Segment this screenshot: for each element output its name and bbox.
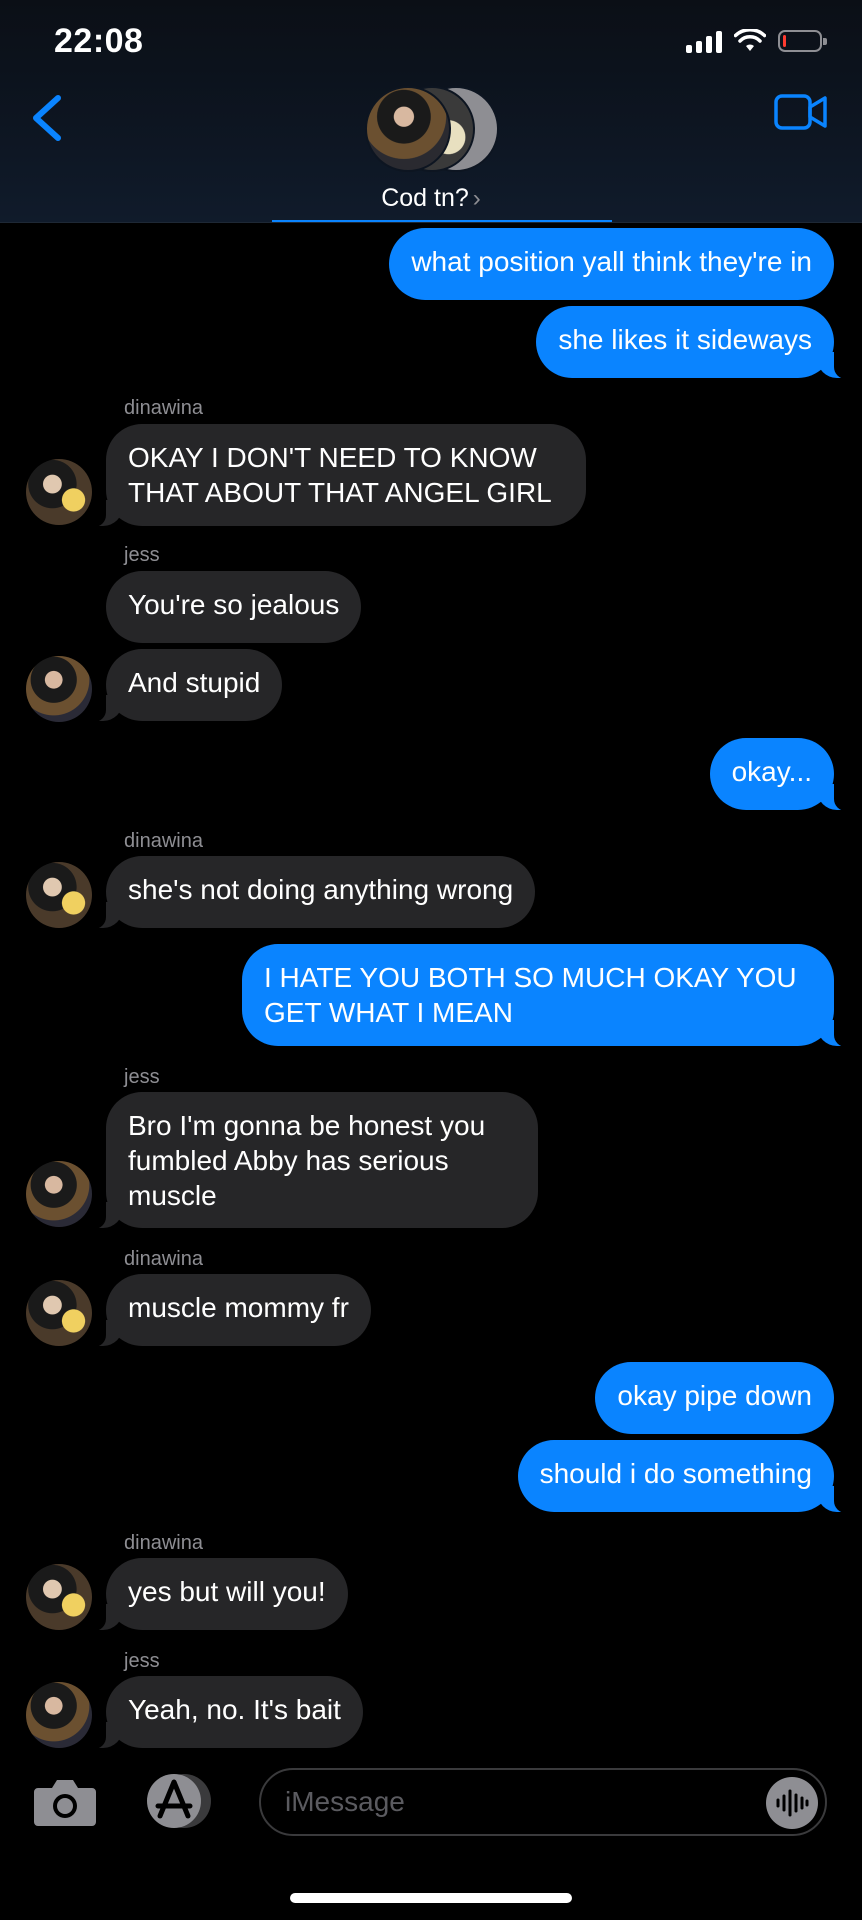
message-text: I HATE YOU BOTH SO MUCH OKAY YOU GET WHA… xyxy=(264,962,797,1028)
video-camera-icon xyxy=(774,94,827,130)
sent-message-bubble[interactable]: should i do something xyxy=(517,1440,851,1513)
sent-message-bubble[interactable]: what position yall think they're in xyxy=(389,228,834,300)
contact-avatar[interactable] xyxy=(26,656,92,722)
camera-button[interactable] xyxy=(30,1772,100,1832)
message-text: muscle mommy fr xyxy=(128,1292,349,1323)
contact-avatar[interactable] xyxy=(26,1161,92,1227)
message-text: OKAY I DON'T NEED TO KNOW THAT ABOUT THA… xyxy=(128,442,552,508)
received-message-bubble[interactable]: muscle mommy fr xyxy=(90,1274,371,1347)
received-message-bubble[interactable]: And stupid xyxy=(89,649,283,722)
battery-level xyxy=(783,35,786,47)
sender-name: dinawina xyxy=(124,397,203,419)
app-store-icon xyxy=(147,1774,211,1828)
chevron-right-icon: › xyxy=(472,185,481,212)
message-input[interactable] xyxy=(259,1768,827,1836)
message-composer xyxy=(0,1752,862,1920)
sender-name: dinawina xyxy=(124,830,203,852)
home-indicator[interactable] xyxy=(290,1893,572,1903)
message-text: You're so jealous xyxy=(128,589,340,620)
facetime-video-button[interactable] xyxy=(774,92,828,132)
audio-message-button[interactable] xyxy=(766,1777,818,1829)
message-text: Bro I'm gonna be honest you fumbled Abby… xyxy=(128,1110,486,1211)
send-progress-line xyxy=(272,220,612,222)
message-text: she's not doing anything wrong xyxy=(128,874,514,905)
message-text: Yeah, no. It's bait xyxy=(128,1694,341,1725)
cellular-signal-icon xyxy=(686,29,722,53)
app-store-button[interactable] xyxy=(140,1768,218,1834)
contact-avatar[interactable] xyxy=(26,1682,92,1748)
sender-name: jess xyxy=(124,1650,160,1672)
status-bar: 22:08 xyxy=(0,0,862,80)
group-avatar-stack[interactable] xyxy=(365,86,500,176)
sent-message-bubble[interactable]: she likes it sideways xyxy=(536,306,850,379)
group-member-avatar xyxy=(365,86,451,172)
received-message-bubble[interactable]: Yeah, no. It's bait xyxy=(90,1676,363,1749)
contact-avatar[interactable] xyxy=(26,862,92,928)
waveform-icon xyxy=(776,1789,809,1817)
messages-screen: 22:08 Cod tn? › what position yall think… xyxy=(0,0,862,1920)
received-message-bubble[interactable]: yes but will you! xyxy=(90,1558,348,1631)
sent-message-bubble[interactable]: I HATE YOU BOTH SO MUCH OKAY YOU GET WHA… xyxy=(242,944,850,1047)
message-text: should i do something xyxy=(539,1458,812,1489)
status-icons xyxy=(686,26,827,56)
received-message-bubble[interactable]: OKAY I DON'T NEED TO KNOW THAT ABOUT THA… xyxy=(90,424,586,527)
contact-avatar[interactable] xyxy=(26,459,92,525)
sent-message-bubble[interactable]: okay pipe down xyxy=(595,1362,834,1434)
contact-avatar[interactable] xyxy=(26,1280,92,1346)
back-button[interactable] xyxy=(24,90,72,146)
status-time: 22:08 xyxy=(54,22,144,60)
message-text: okay... xyxy=(731,756,812,787)
message-text: yes but will you! xyxy=(128,1576,326,1607)
received-message-bubble[interactable]: You're so jealous xyxy=(106,571,362,643)
sender-name: jess xyxy=(124,1066,160,1088)
received-message-bubble[interactable]: she's not doing anything wrong xyxy=(89,856,536,929)
sender-name: dinawina xyxy=(124,1532,203,1554)
battery-icon xyxy=(778,30,827,52)
contact-avatar[interactable] xyxy=(26,1564,92,1630)
message-text: she likes it sideways xyxy=(558,324,812,355)
camera-icon xyxy=(34,1780,96,1826)
wifi-icon xyxy=(734,29,766,51)
received-message-bubble[interactable]: Bro I'm gonna be honest you fumbled Abby… xyxy=(90,1092,538,1229)
message-text: what position yall think they're in xyxy=(411,246,812,277)
conversation-header: 22:08 Cod tn? › xyxy=(0,0,862,223)
sender-name: jess xyxy=(124,544,160,566)
sent-message-bubble[interactable]: okay... xyxy=(709,738,851,811)
sender-name: dinawina xyxy=(124,1248,203,1270)
group-name[interactable]: Cod tn? › xyxy=(0,184,862,213)
chevron-left-icon xyxy=(33,95,61,141)
message-text: okay pipe down xyxy=(617,1380,812,1411)
message-text: And stupid xyxy=(128,667,261,698)
group-name-label: Cod tn? xyxy=(381,184,469,212)
